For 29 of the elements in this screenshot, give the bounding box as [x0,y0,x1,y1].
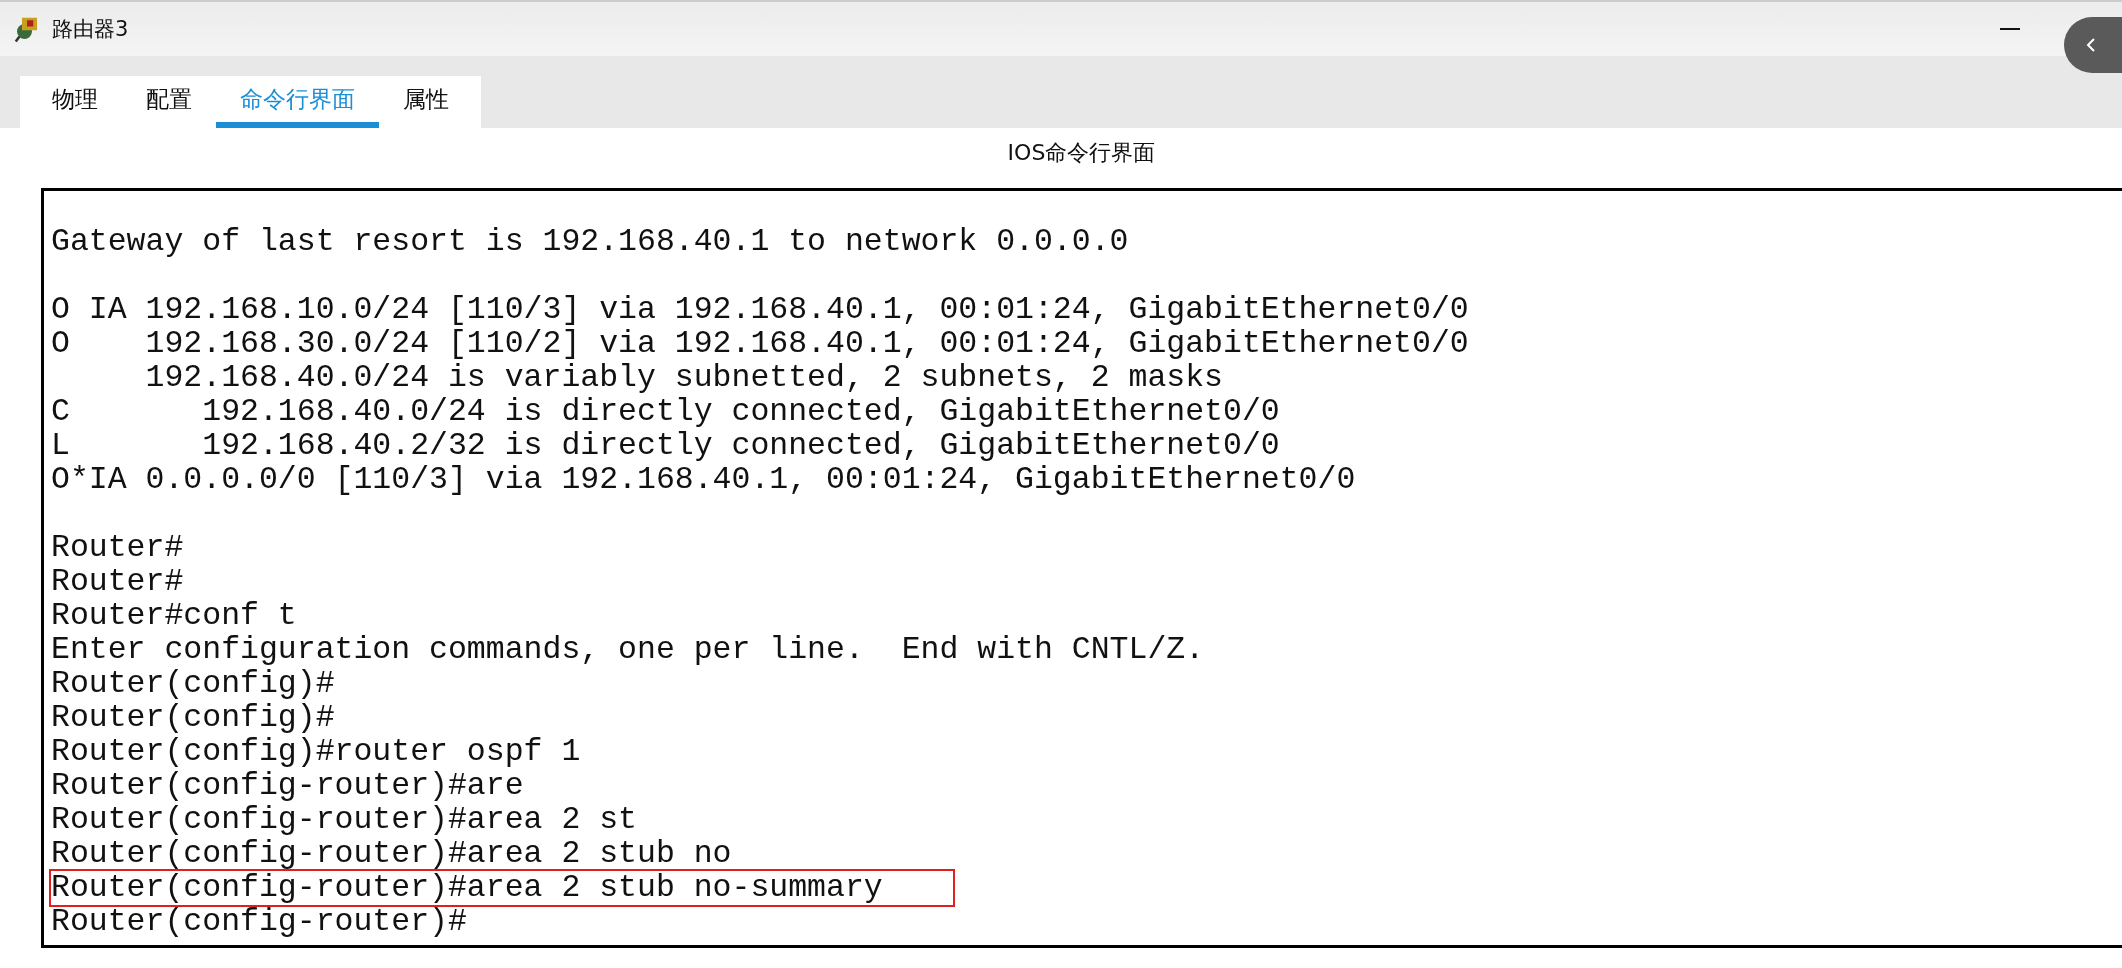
terminal-line: O IA 192.168.10.0/24 [110/3] via 192.168.40.1, 00:01:24, GigabitEthernet0/0 [51,293,1469,327]
terminal-line: L 192.168.40.2/32 is directly connected, GigabitEthernet0/0 [51,429,1280,463]
tab[interactable]: 配置 [122,76,216,128]
terminal-line: Router(config-router)#are [51,769,524,803]
panel-title: IOS命令行界面 [1006,139,1157,167]
terminal-line: Gateway of last resort is 192.168.40.1 to network 0.0.0.0 [51,225,1129,259]
terminal-line: Router(config-router)#area 2 st [51,803,637,837]
terminal-line: Router(config-router)# [51,905,467,939]
collapse-tab[interactable] [2064,17,2122,73]
terminal-line: Enter configuration commands, one per line. End with CNTL/Z. [51,633,1205,667]
terminal[interactable] [41,188,2122,948]
terminal-line: O*IA 0.0.0.0/0 [110/3] via 192.168.40.1, 00:01:24, GigabitEthernet0/0 [51,463,1356,497]
terminal-line: Router(config)# [51,701,335,735]
minimize-icon[interactable] [2000,27,2020,31]
window-title: 路由器3 [52,16,129,43]
tab[interactable]: 属性 [379,76,473,128]
tab[interactable]: 物理 [28,76,122,128]
terminal-line: Router(config-router)#area 2 stub no [51,837,732,871]
terminal-line: Router# [51,531,184,565]
terminal-line: Router(config)#router ospf 1 [51,735,581,769]
terminal-line: Router(config-router)#area 2 stub no-summary [51,871,953,905]
terminal-line: 192.168.40.0/24 is variably subnetted, 2 subnets, 2 masks [144,361,1223,395]
terminal-line: Router# [51,565,184,599]
chevron-left-icon [2086,37,2096,53]
tab[interactable]: 命令行界面 [216,76,379,128]
terminal-line: Router#conf t [51,599,297,633]
terminal-line: Router(config)# [51,667,335,701]
terminal-line: O 192.168.30.0/24 [110/2] via 192.168.40.1, 00:01:24, GigabitEthernet0/0 [51,327,1469,361]
terminal-line: C 192.168.40.0/24 is directly connected, GigabitEthernet0/0 [51,395,1280,429]
